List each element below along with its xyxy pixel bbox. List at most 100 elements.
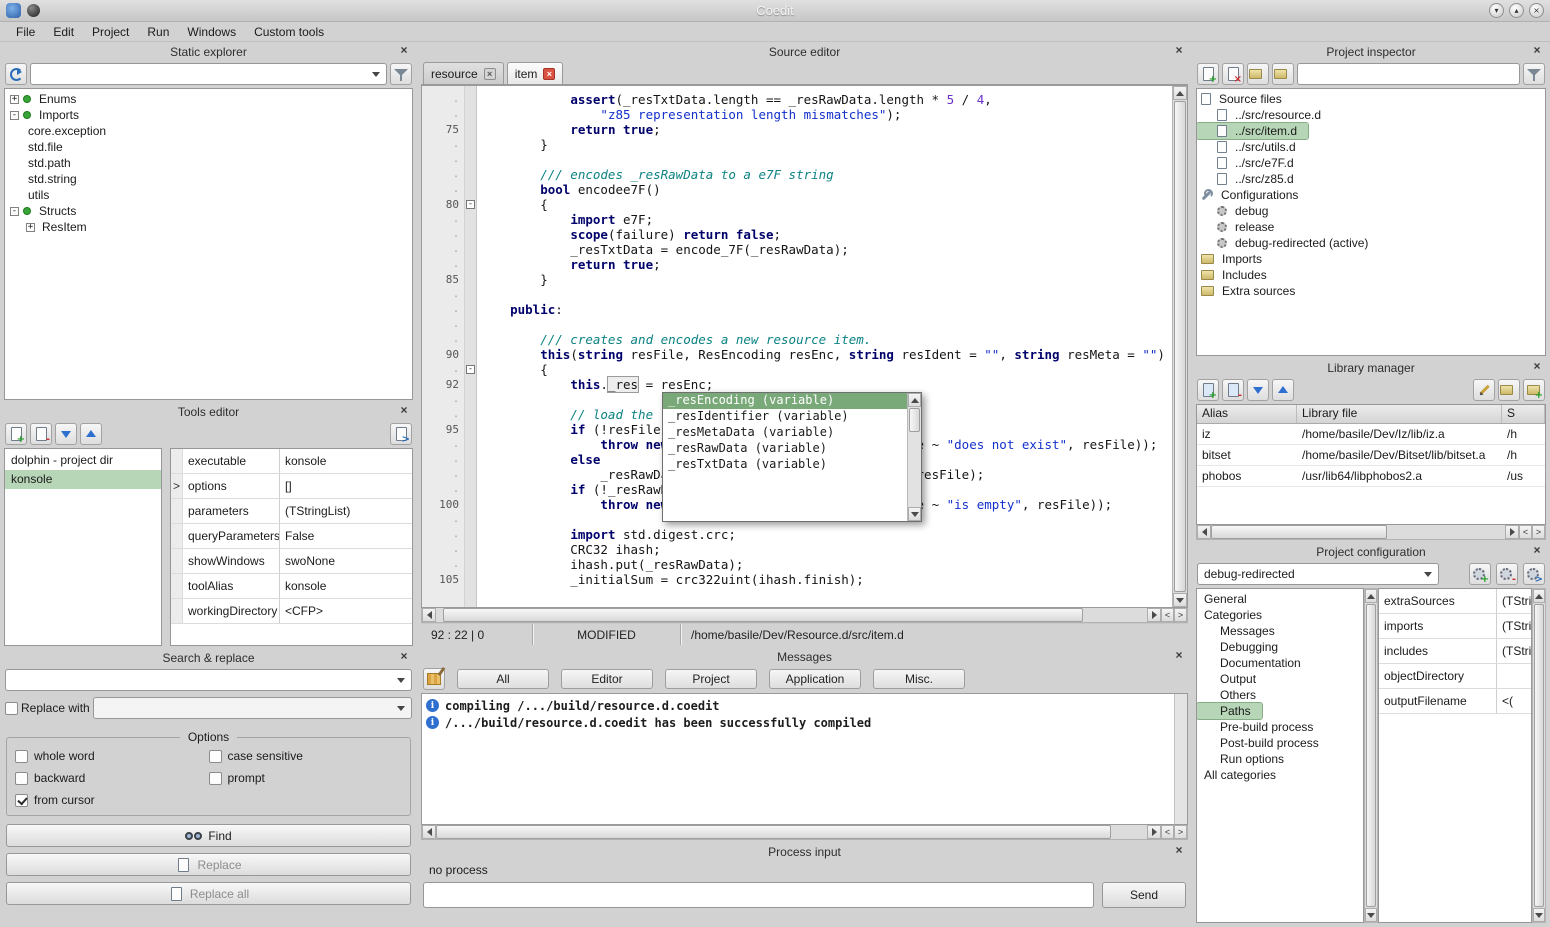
- refresh-symbols-button[interactable]: [5, 63, 27, 85]
- symbol-imports[interactable]: -Imports: [5, 107, 412, 123]
- symbol-filter-input[interactable]: [30, 63, 387, 85]
- code-line[interactable]: scope(failure) return false;: [480, 227, 1172, 242]
- column-alias[interactable]: Alias: [1197, 405, 1297, 423]
- code-line[interactable]: CRC32 ihash;: [480, 542, 1172, 557]
- editor-vscrollbar[interactable]: [1172, 86, 1187, 607]
- add-folder-button[interactable]: [1247, 63, 1269, 85]
- vscroll-thumb[interactable]: [1174, 101, 1186, 592]
- replace-with-checkbox[interactable]: [5, 702, 18, 715]
- inspector-item-src-resource-d[interactable]: ../src/resource.d: [1197, 107, 1545, 123]
- tool-prop-value[interactable]: []: [280, 474, 412, 498]
- inspector-item-extra-sources[interactable]: Extra sources: [1197, 283, 1545, 299]
- previous-button[interactable]: <: [1519, 525, 1532, 539]
- config-prop-row-outputfilename[interactable]: outputFilename<(: [1379, 689, 1531, 714]
- category-paths[interactable]: Paths: [1197, 703, 1262, 719]
- configuration-selector[interactable]: debug-redirected: [1197, 563, 1439, 585]
- tab-resource[interactable]: resource ×: [423, 62, 504, 84]
- code-line[interactable]: _resTxtData = encode_7F(_resRawData);: [480, 242, 1172, 257]
- messages-hscrollbar[interactable]: < >: [421, 825, 1188, 840]
- tool-prop-value[interactable]: False: [280, 524, 412, 548]
- fold-icon[interactable]: -: [466, 365, 475, 374]
- tree-expander-icon[interactable]: -: [10, 111, 19, 120]
- shade-window-icon[interactable]: ▾: [1489, 3, 1504, 18]
- symbol-core-exception[interactable]: core.exception: [5, 123, 412, 139]
- search-term-combo[interactable]: [5, 669, 412, 691]
- config-prop-row-includes[interactable]: includes(TStringList): [1379, 639, 1531, 664]
- symbol-resitem[interactable]: +ResItem: [5, 219, 412, 235]
- symbol-enums[interactable]: +Enums: [5, 91, 412, 107]
- category-debugging[interactable]: Debugging: [1197, 639, 1363, 655]
- tool-prop-row-queryparameters[interactable]: queryParametersFalse: [171, 524, 412, 549]
- code-editor[interactable]: ..75....80....85....90.92..95....100....…: [421, 85, 1188, 608]
- completion-item[interactable]: _resRawData (variable): [663, 441, 907, 457]
- close-icon[interactable]: ×: [1530, 360, 1544, 374]
- tool-prop-row-showwindows[interactable]: showWindowsswoNone: [171, 549, 412, 574]
- close-icon[interactable]: ×: [1172, 649, 1186, 663]
- scroll-left-icon[interactable]: [1197, 525, 1211, 539]
- restore-window-icon[interactable]: ▴: [1509, 3, 1524, 18]
- next-button[interactable]: >: [1532, 525, 1545, 539]
- code-line[interactable]: this(string resFile, ResEncoding resEnc,…: [480, 347, 1172, 362]
- close-icon[interactable]: ×: [397, 404, 411, 418]
- category-post-build-process[interactable]: Post-build process: [1197, 735, 1363, 751]
- scroll-up-icon[interactable]: [1173, 86, 1187, 100]
- previous-editor-button[interactable]: <: [1161, 608, 1174, 622]
- menu-custom-tools[interactable]: Custom tools: [246, 24, 332, 40]
- filter-application[interactable]: Application: [769, 669, 861, 689]
- process-input-field[interactable]: [423, 882, 1094, 908]
- code-line[interactable]: {: [480, 197, 1172, 212]
- symbol-utils[interactable]: utils: [5, 187, 412, 203]
- inspector-item-debug[interactable]: debug: [1197, 203, 1545, 219]
- code-line[interactable]: import std.digest.crc;: [480, 527, 1172, 542]
- scroll-up-icon[interactable]: [1365, 589, 1377, 603]
- clone-configuration-button[interactable]: >: [1523, 563, 1545, 585]
- completion-item[interactable]: _resTxtData (variable): [663, 457, 907, 473]
- code-line[interactable]: /// encodes _resRawData to a e7F string: [480, 167, 1172, 182]
- config-prop-value[interactable]: <(: [1497, 689, 1531, 713]
- add-library-button[interactable]: +: [1197, 379, 1219, 401]
- code-line[interactable]: [480, 317, 1172, 332]
- window-menu-icon[interactable]: [27, 4, 40, 17]
- menu-file[interactable]: File: [8, 24, 43, 40]
- inspector-item-release[interactable]: release: [1197, 219, 1545, 235]
- option-prompt[interactable]: prompt: [209, 771, 403, 785]
- config-prop-row-extrasources[interactable]: extraSources(TStringList): [1379, 589, 1531, 614]
- tool-dolphin-project-dir[interactable]: dolphin - project dir: [5, 451, 161, 470]
- clear-messages-button[interactable]: [423, 668, 445, 690]
- menu-project[interactable]: Project: [84, 24, 137, 40]
- replace-with-combo[interactable]: [93, 697, 412, 719]
- code-line[interactable]: assert(_resTxtData.length == _resRawData…: [480, 92, 1172, 107]
- register-library-folder-button[interactable]: +: [1523, 379, 1545, 401]
- config-prop-value[interactable]: (TStringList): [1497, 639, 1531, 663]
- category-general[interactable]: General: [1197, 591, 1363, 607]
- move-tool-down-button[interactable]: [55, 423, 77, 445]
- hscroll-thumb[interactable]: [1211, 525, 1387, 539]
- inspector-item-includes[interactable]: Includes: [1197, 267, 1545, 283]
- code-line[interactable]: bool encodee7F(): [480, 182, 1172, 197]
- tool-prop-row-toolalias[interactable]: toolAliaskonsole: [171, 574, 412, 599]
- symbol-std-file[interactable]: std.file: [5, 139, 412, 155]
- code-line[interactable]: [480, 287, 1172, 302]
- column-source[interactable]: S: [1502, 405, 1545, 423]
- option-backward[interactable]: backward: [15, 771, 209, 785]
- inspector-filter-button[interactable]: [1523, 63, 1545, 85]
- tool-prop-value[interactable]: konsole: [280, 449, 412, 473]
- replace-button[interactable]: Replace: [6, 853, 411, 876]
- close-icon[interactable]: ×: [1530, 44, 1544, 58]
- code-line[interactable]: _initialSum = crc322uint(ihash.finish);: [480, 572, 1172, 587]
- remove-source-button[interactable]: ×: [1222, 63, 1244, 85]
- move-library-up-button[interactable]: [1272, 379, 1294, 401]
- code-line[interactable]: return true;: [480, 122, 1172, 137]
- remove-folder-button[interactable]: [1272, 63, 1294, 85]
- replace-all-button[interactable]: Replace all: [6, 882, 411, 905]
- option-case-sensitive[interactable]: case sensitive: [209, 749, 403, 763]
- message-row[interactable]: icompiling /.../build/resource.d.coedit: [426, 697, 1170, 714]
- tool-prop-value[interactable]: (TStringList): [280, 499, 412, 523]
- remove-library-button[interactable]: -: [1222, 379, 1244, 401]
- close-icon[interactable]: ×: [1172, 44, 1186, 58]
- move-library-down-button[interactable]: [1247, 379, 1269, 401]
- close-icon[interactable]: ×: [1530, 544, 1544, 558]
- tool-prop-value[interactable]: swoNone: [280, 549, 412, 573]
- inspector-item-src-e7f-d[interactable]: ../src/e7F.d: [1197, 155, 1545, 171]
- library-row-iz[interactable]: iz/home/basile/Dev/Iz/lib/iz.a/h: [1197, 424, 1545, 445]
